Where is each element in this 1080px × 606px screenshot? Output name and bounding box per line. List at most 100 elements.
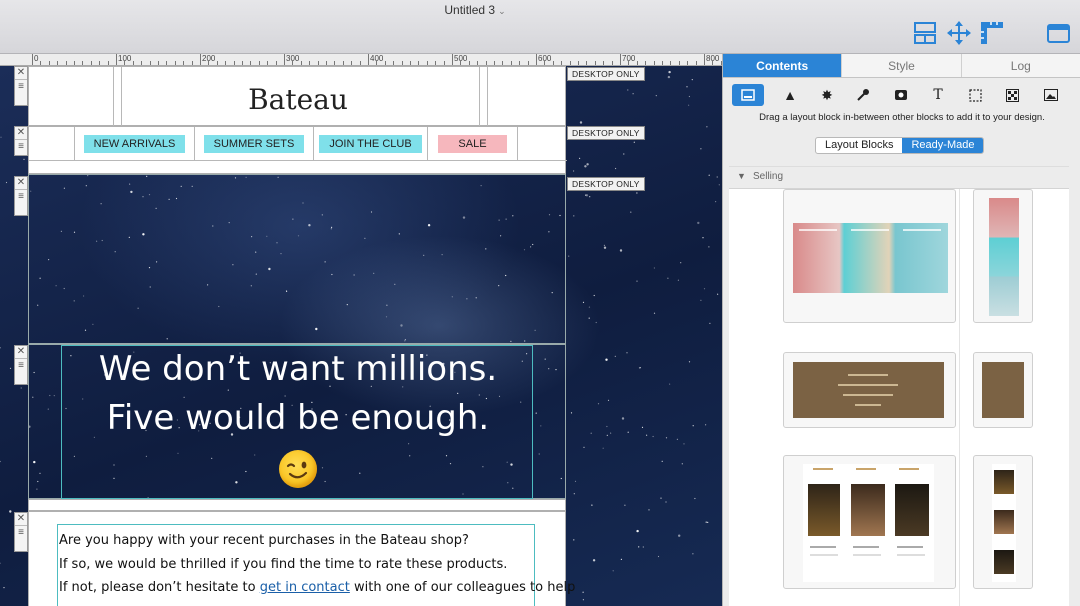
design-canvas[interactable]: Bateau ✕ ≡ DESKTOP ONLY NEW ARRIVALS SUM… bbox=[0, 66, 722, 606]
block-handle-text[interactable]: ✕ ≡ bbox=[14, 512, 28, 552]
category-header[interactable]: ▼ Selling bbox=[729, 167, 1069, 189]
close-icon[interactable]: ✕ bbox=[15, 513, 27, 526]
ready-made-block-thumbnail[interactable] bbox=[783, 189, 956, 323]
segment-layout-blocks[interactable]: Layout Blocks bbox=[816, 138, 902, 153]
segment-ready-made[interactable]: Ready-Made bbox=[902, 138, 984, 153]
spacer-block[interactable] bbox=[28, 499, 566, 511]
move-icon[interactable] bbox=[946, 20, 972, 46]
product-photo bbox=[994, 470, 1014, 494]
ready-made-block-thumbnail[interactable] bbox=[973, 455, 1033, 589]
hero-image-block[interactable] bbox=[28, 174, 566, 344]
nav-item-join-the-club[interactable]: JOIN THE CLUB bbox=[314, 127, 428, 160]
star bbox=[591, 504, 593, 506]
star bbox=[582, 599, 585, 601]
tab-contents[interactable]: Contents bbox=[723, 54, 843, 77]
star bbox=[700, 148, 702, 150]
star bbox=[653, 312, 656, 314]
navigation-block[interactable]: NEW ARRIVALS SUMMER SETS JOIN THE CLUB S… bbox=[28, 126, 567, 174]
ruler-tick bbox=[645, 61, 647, 65]
quote-line-2[interactable]: Five would be enough. bbox=[29, 398, 567, 438]
disclosure-triangle-icon[interactable]: ▼ bbox=[737, 171, 746, 181]
ruler-tick bbox=[334, 61, 336, 65]
ready-made-block-thumbnail[interactable] bbox=[783, 455, 956, 589]
drag-handle-icon[interactable]: ≡ bbox=[18, 526, 24, 540]
star bbox=[665, 501, 667, 503]
ruler-tick bbox=[132, 61, 134, 65]
ruler-tick bbox=[225, 61, 227, 65]
star bbox=[570, 412, 573, 414]
document-title[interactable]: Untitled 3 ⌄ bbox=[0, 3, 950, 17]
window-titlebar: Untitled 3 ⌄ bbox=[0, 0, 1080, 54]
drag-handle-icon[interactable]: ≡ bbox=[18, 359, 24, 373]
star bbox=[702, 237, 704, 239]
ruler-icon[interactable] bbox=[979, 20, 1005, 46]
ruler-tick bbox=[116, 54, 117, 65]
media-icon[interactable] bbox=[885, 84, 917, 106]
star bbox=[715, 201, 717, 203]
ready-made-block-thumbnail[interactable] bbox=[973, 352, 1033, 428]
star bbox=[646, 434, 648, 436]
block-handle-header[interactable]: ✕ ≡ bbox=[14, 66, 28, 106]
text-icon[interactable]: T bbox=[922, 84, 954, 106]
text-content-area[interactable]: Are you happy with your recent purchases… bbox=[57, 524, 575, 606]
ruler-tick bbox=[216, 61, 218, 65]
stamp-icon[interactable] bbox=[847, 84, 879, 106]
pattern-icon[interactable] bbox=[996, 84, 1028, 106]
star bbox=[717, 293, 719, 295]
star bbox=[657, 555, 660, 558]
close-icon[interactable]: ✕ bbox=[15, 177, 27, 190]
block-handle-hero[interactable]: ✕ ≡ bbox=[14, 176, 28, 216]
badge-icon[interactable]: ✸ bbox=[811, 84, 843, 106]
gallery-column-divider bbox=[959, 189, 960, 606]
ruler-label: 800 bbox=[706, 54, 720, 63]
layout-icon[interactable] bbox=[912, 20, 938, 46]
star bbox=[688, 361, 691, 363]
quote-line-1[interactable]: We don’t want millions. bbox=[29, 349, 567, 389]
drag-handle-icon[interactable]: ≡ bbox=[18, 140, 24, 154]
tab-log[interactable]: Log bbox=[962, 54, 1080, 77]
ready-made-block-thumbnail[interactable] bbox=[783, 352, 956, 428]
star bbox=[593, 294, 595, 297]
block-handle-quote[interactable]: ✕ ≡ bbox=[14, 345, 28, 385]
star bbox=[603, 246, 607, 249]
block-handle-navigation[interactable]: ✕ ≡ bbox=[14, 126, 28, 156]
star bbox=[592, 559, 596, 562]
close-icon[interactable]: ✕ bbox=[15, 127, 27, 140]
ruler-tick bbox=[48, 61, 50, 65]
image-icon[interactable] bbox=[1035, 84, 1067, 106]
get-in-contact-link[interactable]: get in contact bbox=[260, 580, 350, 595]
shape-icon[interactable]: ▲ bbox=[774, 84, 806, 106]
text-block[interactable]: Are you happy with your recent purchases… bbox=[28, 511, 575, 606]
ruler-tick bbox=[485, 61, 487, 65]
selection-icon[interactable] bbox=[959, 84, 991, 106]
star bbox=[686, 86, 688, 88]
star bbox=[9, 367, 12, 369]
sidebar-toggle-icon[interactable] bbox=[1045, 20, 1071, 46]
star bbox=[605, 358, 608, 361]
star bbox=[573, 493, 575, 495]
ruler-tick bbox=[636, 61, 638, 65]
nav-item-new-arrivals[interactable]: NEW ARRIVALS bbox=[75, 127, 195, 160]
brand-logo-text[interactable]: Bateau bbox=[29, 83, 567, 116]
star bbox=[688, 104, 690, 106]
star bbox=[678, 534, 681, 537]
star bbox=[708, 246, 710, 248]
nav-item-summer-sets[interactable]: SUMMER SETS bbox=[195, 127, 314, 160]
tab-style[interactable]: Style bbox=[842, 54, 962, 77]
preview-text-line bbox=[853, 554, 881, 556]
preview-text-line bbox=[843, 394, 893, 396]
drag-handle-icon[interactable]: ≡ bbox=[18, 80, 24, 94]
ready-made-block-thumbnail[interactable] bbox=[973, 189, 1033, 323]
desktop-only-badge: DESKTOP ONLY bbox=[567, 67, 645, 81]
close-icon[interactable]: ✕ bbox=[15, 346, 27, 359]
nav-item-sale[interactable]: SALE bbox=[428, 127, 518, 160]
layout-block-icon[interactable] bbox=[732, 84, 764, 106]
quote-block[interactable]: We don’t want millions. Five would be en… bbox=[28, 344, 566, 499]
preview-text-line bbox=[897, 546, 923, 548]
star bbox=[638, 367, 641, 369]
drag-handle-icon[interactable]: ≡ bbox=[18, 190, 24, 204]
nav-divider bbox=[29, 160, 567, 161]
preview-text-line bbox=[855, 404, 881, 406]
close-icon[interactable]: ✕ bbox=[15, 67, 27, 80]
header-block[interactable]: Bateau bbox=[28, 66, 567, 127]
